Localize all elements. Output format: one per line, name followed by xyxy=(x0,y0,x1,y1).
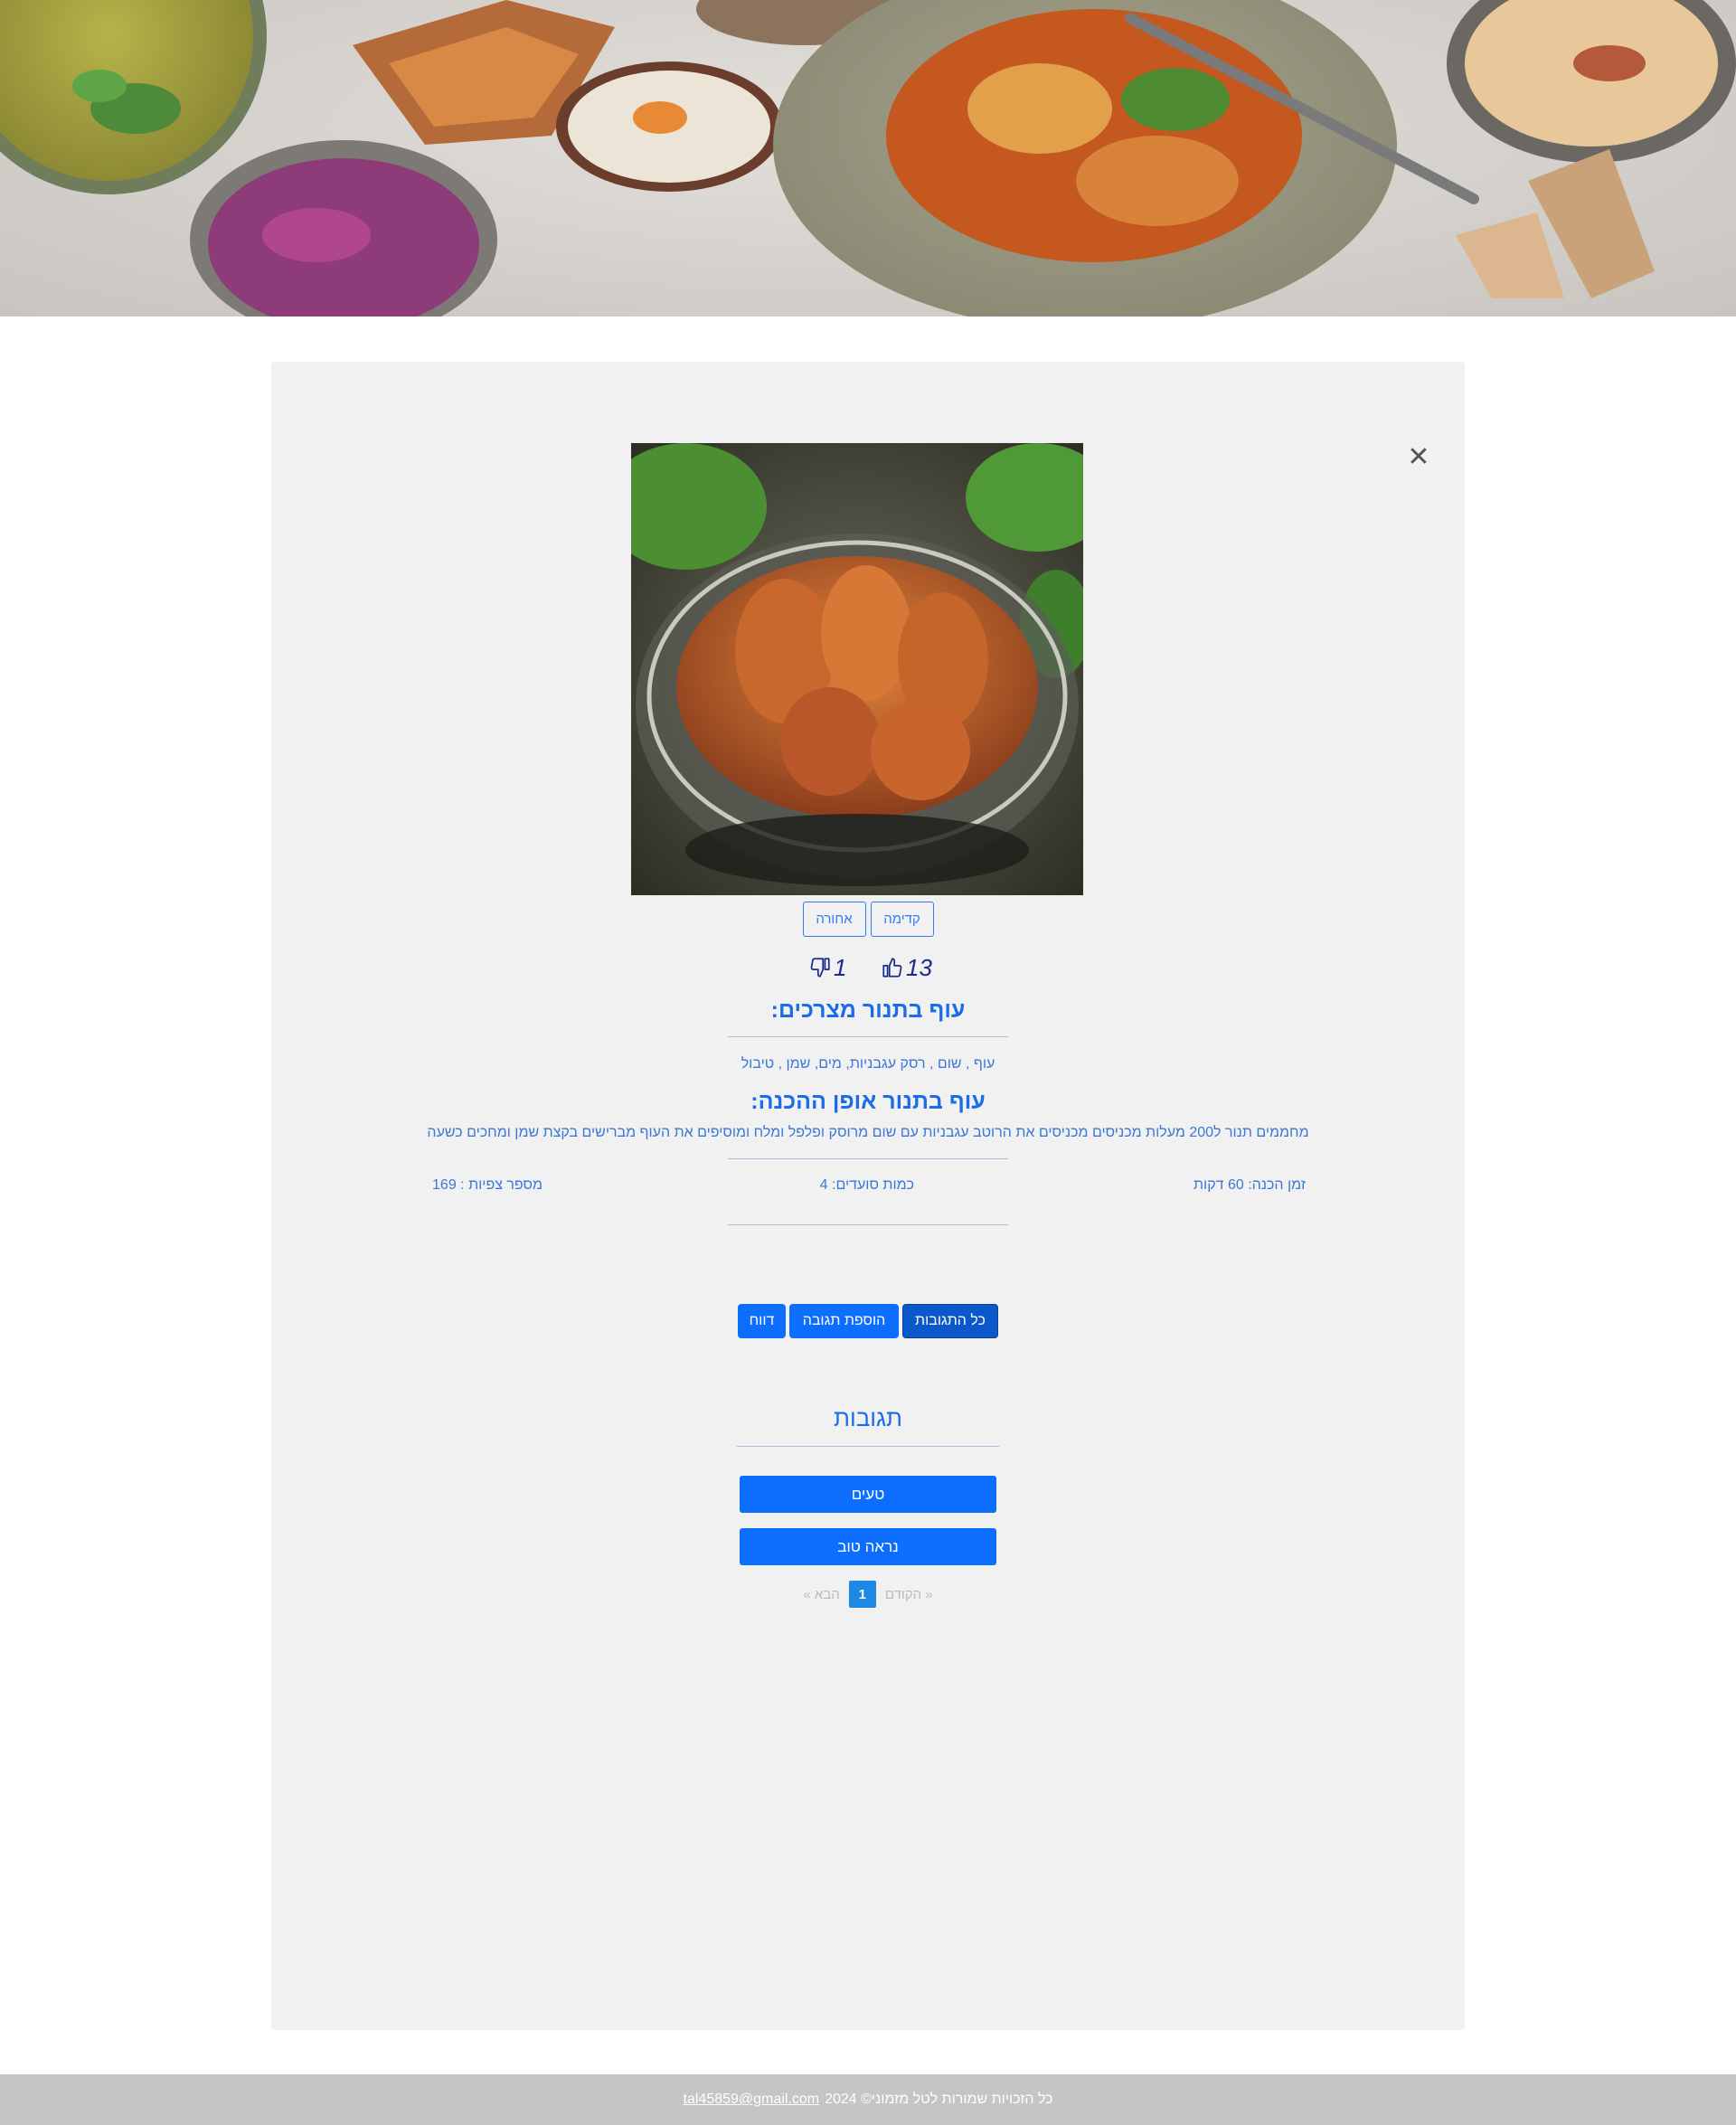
add-comment-button[interactable]: הוספת תגובה xyxy=(789,1304,899,1338)
thumbs-up-icon xyxy=(882,958,902,978)
dislike-button[interactable]: 1 xyxy=(808,951,846,984)
method-title: עוף בתנור אופן ההכנה: xyxy=(750,1089,986,1114)
recipe-navigation: קדימה אחורה xyxy=(0,902,1736,937)
chicken-dish-illustration xyxy=(631,443,1083,895)
report-button[interactable]: דווח xyxy=(738,1304,786,1338)
comment-item[interactable]: נראה טוב xyxy=(740,1528,996,1565)
comment-item[interactable]: טעים xyxy=(740,1476,996,1513)
close-button[interactable]: ✕ xyxy=(1402,441,1435,474)
previous-recipe-button[interactable]: קדימה xyxy=(870,902,934,937)
comment-actions: כל התגובות הוספת תגובה דווח xyxy=(0,1304,1736,1338)
recipe-image xyxy=(631,443,1083,895)
footer-copyright: כל הזכויות שמורות לטל מזמוני© 2024 xyxy=(825,2092,1053,2107)
divider xyxy=(728,1224,1008,1225)
thumbs-down-icon xyxy=(810,958,830,978)
footer: כל הזכויות שמורות לטל מזמוני© 2024 tal45… xyxy=(0,2074,1736,2125)
pagination: « הקודם 1 הבא » xyxy=(0,1581,1736,1608)
pagination-previous[interactable]: « הקודם xyxy=(885,1587,933,1602)
divider xyxy=(728,1036,1008,1037)
divider xyxy=(728,1158,1008,1159)
food-spread-illustration xyxy=(0,0,1736,316)
comments-title: תגובות xyxy=(834,1404,902,1431)
ingredients-title: עוף בתנור מצרכים: xyxy=(770,997,966,1023)
method-text: מחממים תנור ל200 מעלות מכניסים מכניסים א… xyxy=(427,1125,1309,1140)
pagination-current-page[interactable]: 1 xyxy=(848,1581,876,1608)
next-recipe-button[interactable]: אחורה xyxy=(802,902,866,937)
like-button[interactable]: 13 xyxy=(881,951,932,984)
servings: כמות סועדים: 4 xyxy=(819,1177,914,1193)
hero-banner-image xyxy=(0,0,1736,316)
divider xyxy=(737,1446,999,1447)
all-comments-button[interactable]: כל התגובות xyxy=(902,1304,998,1338)
pagination-next[interactable]: הבא » xyxy=(803,1587,839,1602)
prep-time: זמן הכנה: 60 דקות xyxy=(1193,1177,1306,1193)
close-icon: ✕ xyxy=(1407,441,1430,473)
views-count: מספר צפיות : 169 xyxy=(432,1177,542,1193)
footer-email-link[interactable]: tal45859@gmail.com xyxy=(684,2092,820,2108)
ingredients-text: עוף , שום , רסק עגבניות, מים, שמן , טיבו… xyxy=(741,1056,995,1072)
like-count: 13 xyxy=(906,953,932,981)
dislike-count: 1 xyxy=(834,953,847,981)
